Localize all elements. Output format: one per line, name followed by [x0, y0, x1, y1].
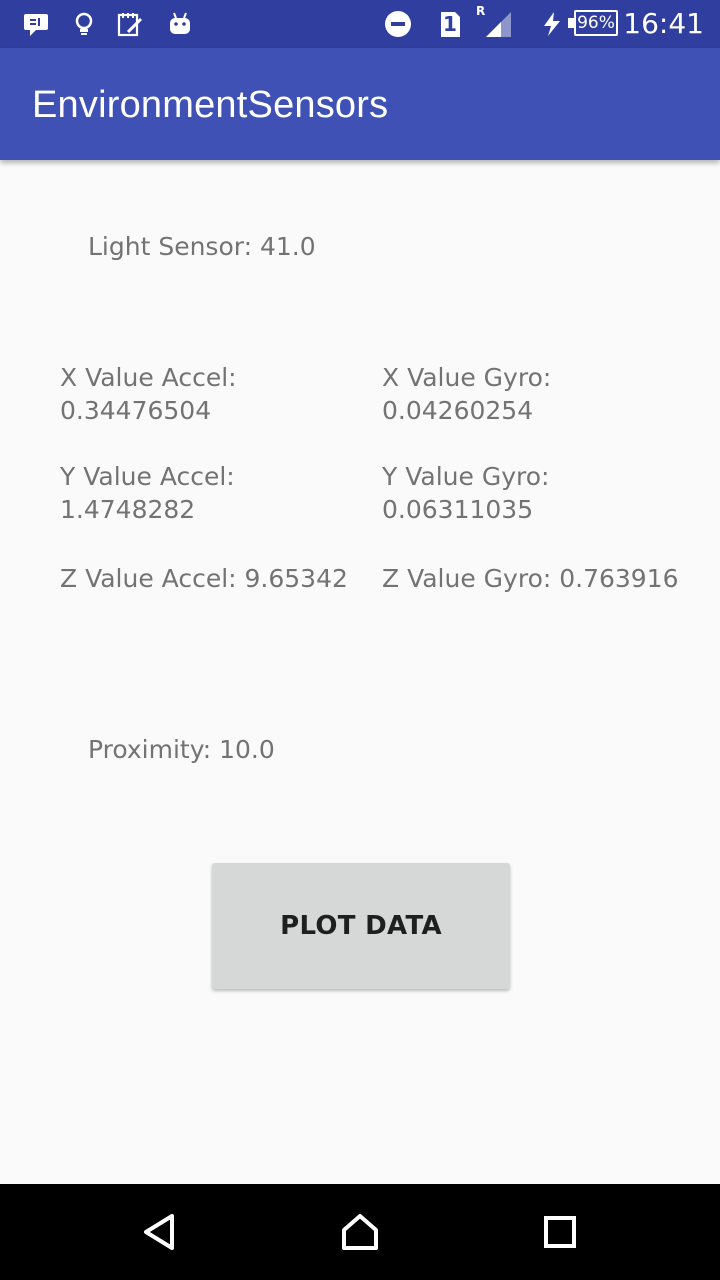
- status-bar: 1 R 96% 16:41: [0, 0, 720, 48]
- notification-icon: [22, 10, 50, 38]
- gyro-x-value: X Value Gyro: 0.04260254: [382, 363, 552, 425]
- sim-label: 1: [443, 12, 457, 36]
- notes-icon: [116, 10, 144, 38]
- gyro-z-value: Z Value Gyro: 0.763916: [382, 564, 679, 593]
- accel-x-value: X Value Accel: 0.34476504: [60, 363, 237, 425]
- proximity-value: Proximity: 10.0: [88, 735, 275, 764]
- accel-y-value: Y Value Accel: 1.4748282: [60, 462, 235, 524]
- do-not-disturb-icon: [384, 10, 412, 38]
- accel-z-value: Z Value Accel: 9.65342: [60, 564, 348, 593]
- app-bar: EnvironmentSensors: [0, 48, 720, 160]
- lightbulb-icon: [70, 10, 98, 38]
- android-icon: [166, 10, 194, 38]
- clock: 16:41: [623, 7, 704, 40]
- plot-data-button[interactable]: PLOT DATA: [212, 863, 510, 989]
- gyro-y-value: Y Value Gyro: 0.06311035: [382, 462, 550, 524]
- app-title: EnvironmentSensors: [32, 84, 389, 126]
- signal-icon: [484, 10, 512, 38]
- charging-icon: [538, 10, 566, 38]
- back-icon[interactable]: [136, 1208, 184, 1256]
- navigation-bar: [0, 1184, 720, 1280]
- battery-level: 96%: [574, 10, 618, 36]
- home-icon[interactable]: [336, 1208, 384, 1256]
- recents-icon[interactable]: [536, 1208, 584, 1256]
- light-sensor-value: Light Sensor: 41.0: [88, 232, 316, 261]
